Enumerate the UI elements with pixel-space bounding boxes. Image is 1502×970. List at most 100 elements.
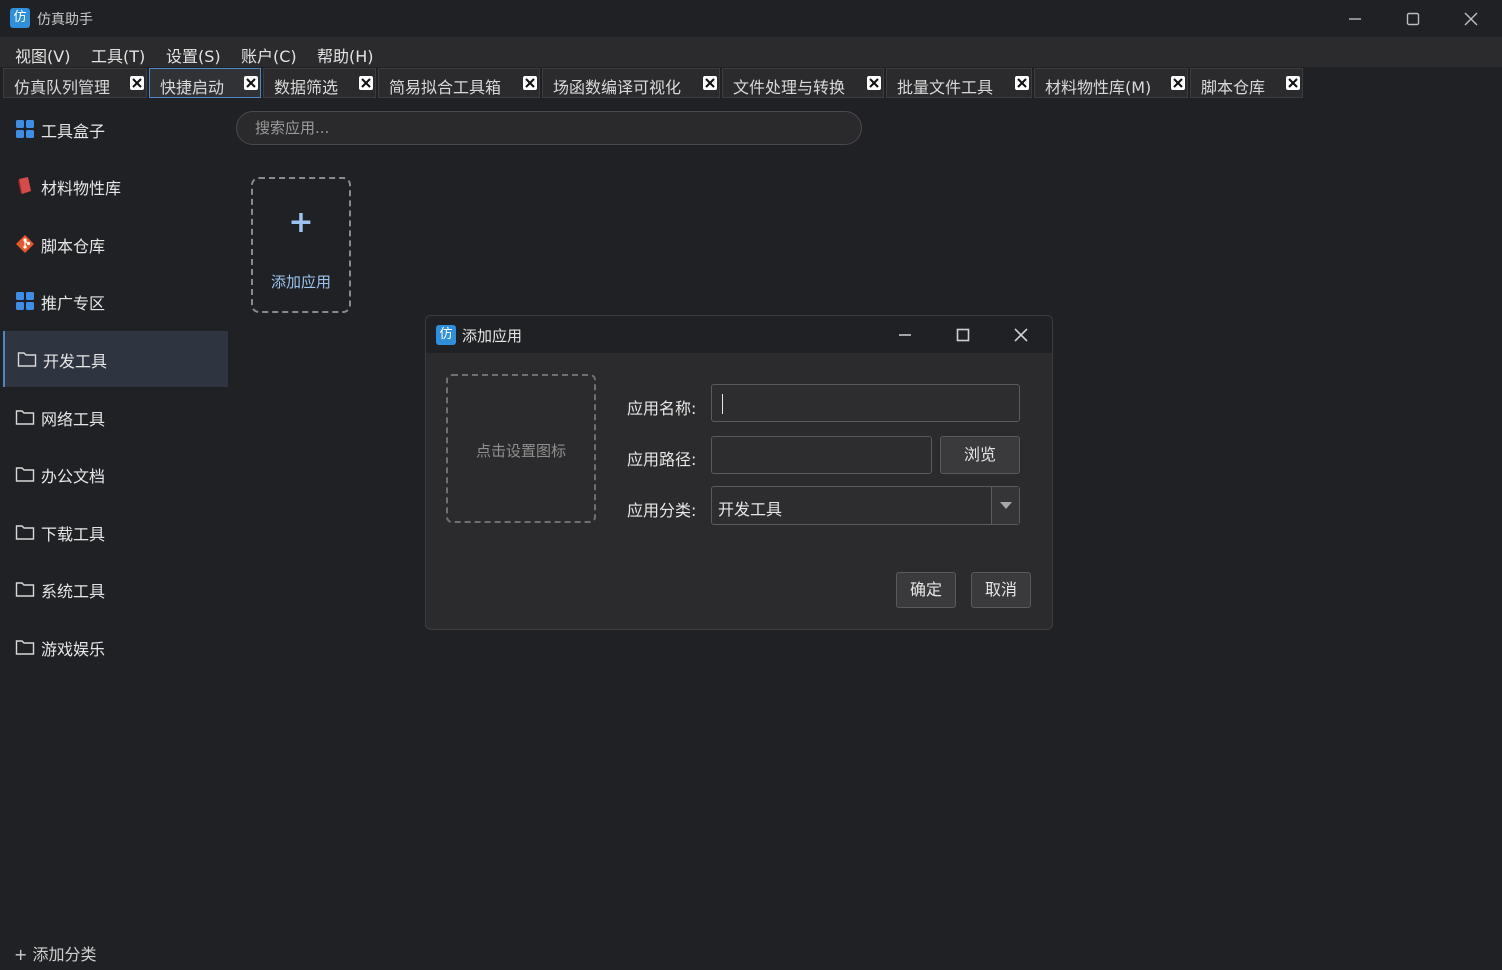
tab-label: 材料物性库(M)	[1045, 78, 1152, 97]
close-icon	[705, 78, 715, 88]
sidebar-item-system-tools[interactable]: 系统工具	[3, 561, 226, 617]
sidebar-item-download-tools[interactable]: 下载工具	[3, 504, 226, 560]
minimize-icon	[899, 333, 911, 336]
dialog-maximize-button[interactable]	[934, 316, 992, 353]
dialog-title: 添加应用	[462, 327, 523, 345]
confirm-button[interactable]: 确定	[896, 572, 956, 608]
tab-close-button[interactable]	[867, 76, 881, 90]
sidebar-item-label: 脚本仓库	[41, 237, 106, 256]
add-category-button[interactable]: + 添加分类	[14, 941, 97, 965]
maximize-icon	[1406, 12, 1420, 25]
git-icon	[16, 235, 34, 253]
cancel-button[interactable]: 取消	[971, 572, 1031, 608]
icon-picker[interactable]: 点击设置图标	[446, 374, 596, 523]
app-path-label: 应用路径:	[627, 450, 697, 469]
sidebar-item-network-tools[interactable]: 网络工具	[3, 389, 226, 445]
tab-close-button[interactable]	[1171, 76, 1185, 90]
close-button[interactable]	[1442, 0, 1500, 37]
sidebar: 工具盒子 材料物性库 脚本仓库 推广专区 开发工具 网络工具 办公文档 下载工具…	[0, 101, 228, 970]
tab-close-button[interactable]	[1286, 76, 1300, 90]
tab-label: 简易拟合工具箱	[389, 78, 502, 97]
dialog-title-bar: 仿 添加应用	[426, 316, 1052, 353]
tab-label: 仿真队列管理	[14, 78, 111, 97]
close-icon	[246, 78, 256, 88]
sidebar-item-label: 系统工具	[41, 582, 106, 601]
tab-close-button[interactable]	[130, 76, 144, 90]
menu-view[interactable]: 视图(V)	[15, 43, 70, 67]
sidebar-item-promotion[interactable]: 推广专区	[3, 273, 226, 329]
folder-icon	[15, 467, 35, 482]
sidebar-item-label: 下载工具	[41, 525, 106, 544]
app-category-value: 开发工具	[718, 500, 783, 519]
sidebar-item-label: 游戏娱乐	[41, 640, 106, 659]
sidebar-item-games[interactable]: 游戏娱乐	[3, 619, 226, 675]
tab-label: 批量文件工具	[897, 78, 994, 97]
tab-close-button[interactable]	[1015, 76, 1029, 90]
dialog-close-button[interactable]	[992, 316, 1050, 353]
app-path-field[interactable]	[711, 436, 932, 474]
minimize-button[interactable]	[1326, 0, 1384, 37]
dialog-minimize-button[interactable]	[876, 316, 934, 353]
folder-icon	[15, 410, 35, 425]
add-app-label: 添加应用	[270, 273, 331, 291]
menu-tools[interactable]: 工具(T)	[91, 43, 145, 67]
search-input[interactable]	[236, 111, 862, 145]
sidebar-item-label: 材料物性库	[41, 179, 122, 198]
close-icon	[1173, 78, 1183, 88]
plus-icon: +	[288, 205, 314, 240]
close-icon	[1464, 12, 1478, 25]
tab-close-button[interactable]	[703, 76, 717, 90]
tab-batch-file[interactable]: 批量文件工具	[886, 68, 1032, 98]
app-category-label: 应用分类:	[627, 501, 697, 520]
folder-icon	[15, 525, 35, 540]
icon-picker-label: 点击设置图标	[475, 442, 566, 460]
sidebar-item-label: 开发工具	[43, 352, 108, 371]
tab-field-function[interactable]: 场函数编译可视化	[542, 68, 720, 98]
close-icon	[1017, 78, 1027, 88]
add-app-dialog: 仿 添加应用 点击设置图标 应用名称: 应用路径: 浏览 应用分类: 开发工具 …	[425, 315, 1053, 630]
folder-icon	[15, 582, 35, 597]
dropdown-arrow[interactable]	[991, 487, 1019, 524]
close-icon	[525, 78, 535, 88]
sidebar-item-office-docs[interactable]: 办公文档	[3, 446, 226, 502]
browse-button[interactable]: 浏览	[940, 436, 1020, 474]
tab-close-button[interactable]	[359, 76, 373, 90]
tab-label: 文件处理与转换	[733, 78, 846, 97]
close-icon	[869, 78, 879, 88]
grid-icon	[16, 292, 34, 310]
tab-label: 数据筛选	[274, 78, 339, 97]
title-bar: 仿 仿真助手	[0, 0, 1502, 37]
tab-fitting-toolbox[interactable]: 简易拟合工具箱	[378, 68, 540, 98]
app-logo: 仿	[10, 8, 30, 28]
tab-label: 场函数编译可视化	[553, 78, 682, 97]
add-app-card[interactable]: + 添加应用	[251, 177, 351, 313]
tab-close-button[interactable]	[523, 76, 537, 90]
sidebar-item-label: 网络工具	[41, 410, 106, 429]
maximize-button[interactable]	[1384, 0, 1442, 37]
maximize-icon	[956, 328, 970, 341]
minimize-icon	[1349, 17, 1361, 20]
menu-bar: 视图(V) 工具(T) 设置(S) 账户(C) 帮助(H)	[0, 37, 1502, 67]
tab-data-filter[interactable]: 数据筛选	[263, 68, 376, 98]
menu-settings[interactable]: 设置(S)	[166, 43, 221, 67]
tab-quick-launch[interactable]: 快捷启动	[149, 68, 261, 98]
tab-script-repo[interactable]: 脚本仓库	[1190, 68, 1303, 98]
tab-close-button[interactable]	[244, 76, 258, 90]
dialog-app-logo: 仿	[436, 325, 456, 345]
sidebar-item-material-library[interactable]: 材料物性库	[3, 158, 226, 214]
menu-help[interactable]: 帮助(H)	[317, 43, 374, 67]
app-name-field[interactable]	[711, 384, 1020, 422]
sidebar-item-dev-tools[interactable]: 开发工具	[3, 331, 228, 387]
app-category-select[interactable]: 开发工具	[711, 486, 1020, 525]
grid-icon	[16, 120, 34, 138]
tab-material-library[interactable]: 材料物性库(M)	[1034, 68, 1188, 98]
text-caret	[722, 394, 723, 414]
tab-label: 快捷启动	[160, 78, 225, 97]
tab-file-convert[interactable]: 文件处理与转换	[722, 68, 884, 98]
window-title: 仿真助手	[37, 12, 93, 28]
chevron-down-icon	[999, 501, 1012, 509]
menu-account[interactable]: 账户(C)	[241, 43, 297, 67]
sidebar-item-toolbox[interactable]: 工具盒子	[3, 101, 226, 157]
sidebar-item-script-repo[interactable]: 脚本仓库	[3, 216, 226, 272]
tab-sim-queue[interactable]: 仿真队列管理	[3, 68, 147, 98]
